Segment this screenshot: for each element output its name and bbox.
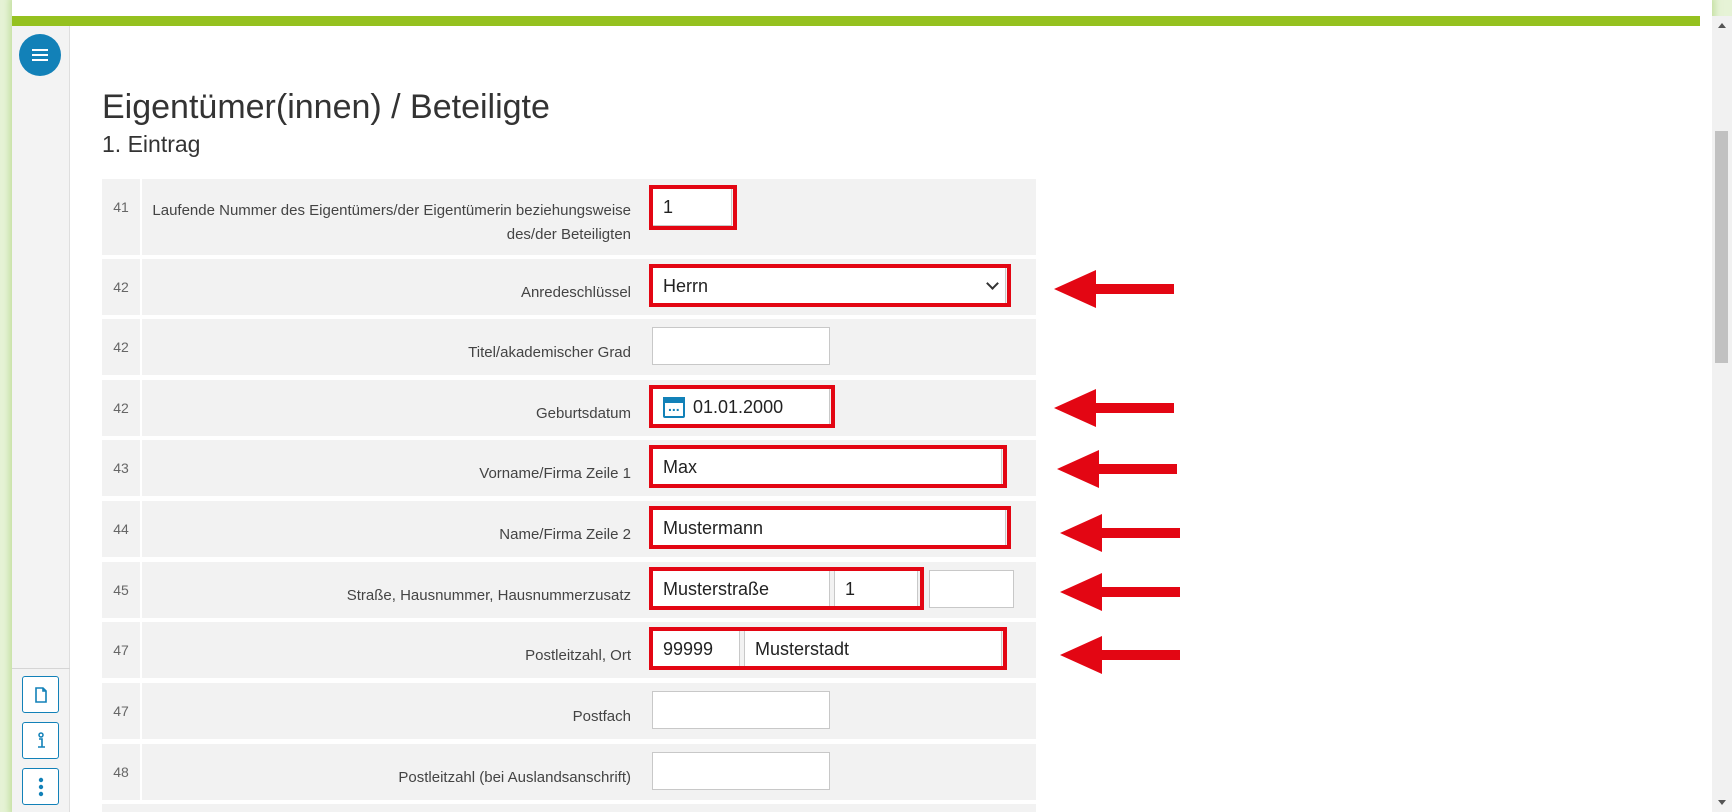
- form-row: 47 Postleitzahl, Ort 99999 Musterstadt: [102, 622, 1036, 678]
- row-number: 47: [102, 683, 140, 739]
- row-label: Titel/akademischer Grad: [142, 319, 644, 375]
- field-cell: [644, 683, 1036, 739]
- title-input[interactable]: [652, 327, 830, 365]
- row-number: 42: [102, 380, 140, 436]
- annotation-arrow-icon: [1060, 514, 1180, 552]
- field-cell: Max: [644, 440, 1036, 496]
- highlight-box: [649, 567, 924, 610]
- row-number: 42: [102, 319, 140, 375]
- foreign-zip-input[interactable]: [652, 752, 830, 790]
- row-number: 45: [102, 562, 140, 618]
- row-label: Name/Firma Zeile 2: [142, 501, 644, 557]
- highlight-box: [649, 445, 1007, 488]
- main-content: Eigentümer(innen) / Beteiligte 1. Eintra…: [102, 0, 1602, 812]
- menu-button[interactable]: [19, 34, 61, 76]
- info-icon: [37, 731, 45, 748]
- form-row: 47 Postfach: [102, 683, 1036, 739]
- highlight-box: [649, 506, 1011, 549]
- field-cell: 99999 Musterstadt: [644, 622, 1036, 678]
- house-number-suffix-input[interactable]: [929, 570, 1014, 608]
- form-row: 41 Laufende Nummer des Eigentümers/der E…: [102, 179, 1036, 255]
- scroll-up-icon[interactable]: [1718, 23, 1726, 28]
- field-cell: [644, 744, 1036, 800]
- left-rail: [12, 26, 70, 812]
- document-button[interactable]: [22, 676, 59, 713]
- field-cell: Herrn: [644, 259, 1036, 315]
- highlight-box: [649, 627, 1007, 670]
- field-cell: 1: [644, 179, 1036, 255]
- highlight-box: [649, 185, 737, 230]
- scroll-down-icon[interactable]: [1718, 800, 1726, 805]
- field-cell: 01.01.2000: [644, 380, 1036, 436]
- row-label: Postfach: [142, 683, 644, 739]
- rail-divider: [12, 668, 70, 669]
- form-row: 44 Name/Firma Zeile 2 Mustermann: [102, 501, 1036, 557]
- row-number: 44: [102, 501, 140, 557]
- document-icon: [34, 686, 47, 703]
- row-label: Postleitzahl (bei Auslandsanschrift): [142, 744, 644, 800]
- row-label: Geburtsdatum: [142, 380, 644, 436]
- vertical-scrollbar[interactable]: [1712, 16, 1732, 812]
- highlight-box: [649, 264, 1011, 307]
- annotation-arrow-icon: [1060, 573, 1180, 611]
- row-number: 47: [102, 622, 140, 678]
- field-cell: [644, 319, 1036, 375]
- row-label: Laufende Nummer des Eigentümers/der Eige…: [142, 179, 644, 255]
- row-number: 42: [102, 259, 140, 315]
- annotation-arrow-icon: [1060, 636, 1180, 674]
- form-row: 43 Vorname/Firma Zeile 1 Max: [102, 440, 1036, 496]
- scrollbar-thumb[interactable]: [1715, 131, 1728, 363]
- form-row: 42 Geburtsdatum 01.01.2000: [102, 380, 1036, 436]
- row-label: Vorname/Firma Zeile 1: [142, 440, 644, 496]
- row-label: Postleitzahl, Ort: [142, 622, 644, 678]
- po-box-input[interactable]: [652, 691, 830, 729]
- row-label: Anredeschlüssel: [142, 259, 644, 315]
- form-row: 42 Titel/akademischer Grad: [102, 319, 1036, 375]
- form-row-partial: [102, 804, 1036, 812]
- annotation-arrow-icon: [1057, 450, 1177, 488]
- row-label: Straße, Hausnummer, Hausnummerzusatz: [142, 562, 644, 618]
- page-title: Eigentümer(innen) / Beteiligte: [102, 88, 550, 126]
- hamburger-icon: [32, 54, 48, 56]
- more-vertical-icon: [38, 777, 43, 796]
- field-cell: Musterstraße 1: [644, 562, 1036, 618]
- annotation-arrow-icon: [1054, 389, 1174, 427]
- highlight-box: [649, 385, 835, 428]
- page-subtitle: 1. Eintrag: [102, 131, 201, 157]
- row-number: 41: [102, 179, 140, 255]
- more-button[interactable]: [22, 768, 59, 805]
- field-cell: Mustermann: [644, 501, 1036, 557]
- row-number: 48: [102, 744, 140, 800]
- app-window: Eigentümer(innen) / Beteiligte 1. Eintra…: [12, 0, 1732, 812]
- info-button[interactable]: [22, 722, 59, 759]
- form-row: 45 Straße, Hausnummer, Hausnummerzusatz …: [102, 562, 1036, 618]
- form-row: 48 Postleitzahl (bei Auslandsanschrift): [102, 744, 1036, 800]
- row-number: 43: [102, 440, 140, 496]
- annotation-arrow-icon: [1054, 270, 1174, 308]
- form-row: 42 Anredeschlüssel Herrn: [102, 259, 1036, 315]
